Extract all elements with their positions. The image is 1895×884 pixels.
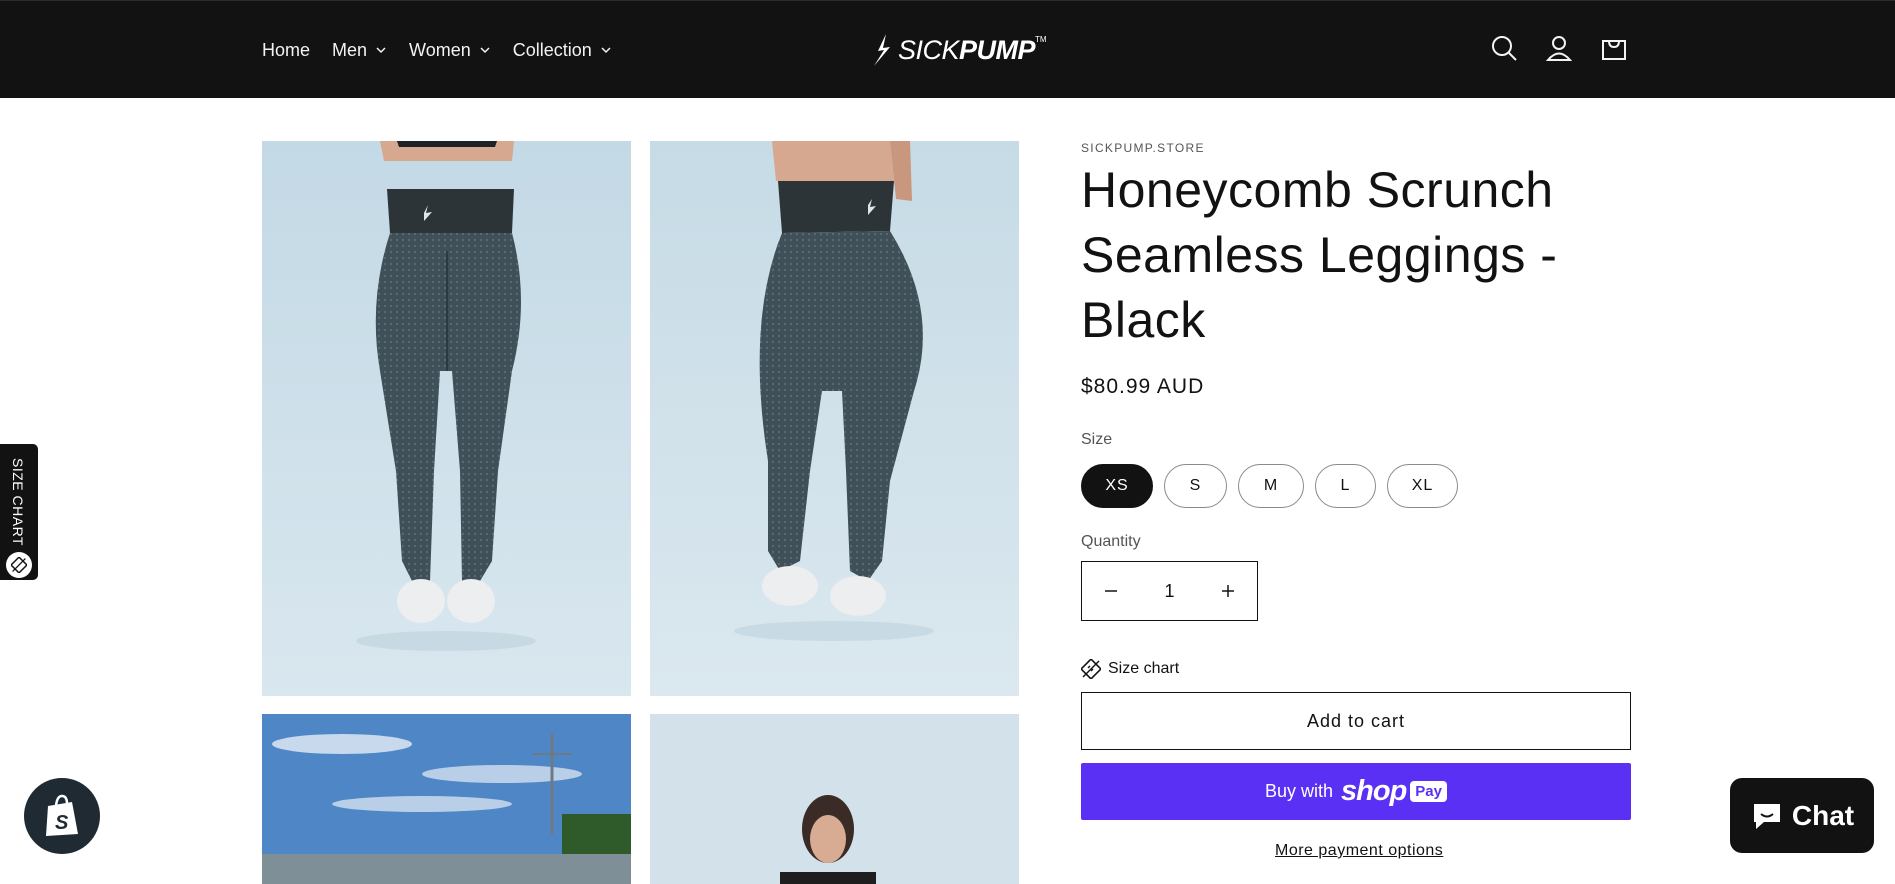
product-vendor: SICKPUMP.STORE	[1081, 141, 1205, 155]
quantity-label: Quantity	[1081, 533, 1141, 550]
nav-women-label: Women	[409, 39, 471, 60]
size-option-xl[interactable]: XL	[1387, 464, 1458, 508]
product-image-side[interactable]	[650, 141, 1019, 696]
search-icon[interactable]	[1489, 33, 1519, 63]
account-icon[interactable]	[1544, 33, 1574, 63]
site-logo[interactable]: SICKPUMP TM	[872, 29, 1047, 71]
quantity-decrease-button[interactable]	[1082, 562, 1140, 620]
size-options: XS S M L XL	[1081, 464, 1469, 508]
ruler-icon	[6, 552, 32, 578]
size-chart-link[interactable]: Size chart	[1081, 659, 1179, 679]
svg-text:S: S	[55, 812, 69, 834]
nav-collection[interactable]: Collection	[513, 40, 612, 61]
ruler-icon	[1081, 659, 1101, 679]
size-option-xs[interactable]: XS	[1081, 464, 1153, 508]
outdoor-photo	[262, 714, 631, 884]
size-label: Size	[1081, 431, 1113, 448]
quantity-stepper	[1081, 561, 1258, 621]
shopify-bag-button[interactable]: S	[24, 778, 100, 854]
shop-pay-buy-label: Buy with	[1264, 781, 1334, 801]
quantity-input[interactable]	[1140, 562, 1199, 620]
more-payment-options-link[interactable]: More payment options	[1275, 842, 1443, 860]
nav-men-label: Men	[332, 39, 368, 60]
chat-label: Chat	[1791, 799, 1855, 831]
cart-icon[interactable]	[1599, 33, 1629, 63]
chevron-down-icon	[376, 47, 386, 54]
leggings-back-photo	[262, 141, 631, 696]
minus-icon	[1105, 590, 1117, 592]
size-option-m[interactable]: M	[1238, 464, 1304, 508]
chat-button[interactable]: Chat	[1730, 778, 1874, 853]
shopping-bag-icon: S	[46, 794, 78, 836]
quantity-increase-button[interactable]	[1199, 562, 1257, 620]
size-option-l[interactable]: L	[1315, 464, 1376, 508]
front-photo	[650, 714, 1019, 884]
chat-bubble-icon	[1753, 803, 1780, 829]
size-chart-tab-label: SIZE CHART	[10, 458, 26, 546]
product-image-front[interactable]	[650, 714, 1019, 884]
logo-bolt-icon	[874, 34, 890, 66]
nav-collection-label: Collection	[512, 39, 592, 60]
plus-icon	[1222, 585, 1234, 597]
size-option-s[interactable]: S	[1164, 464, 1227, 508]
nav-home[interactable]: Home	[262, 40, 310, 61]
product-title: Honeycomb Scrunch Seamless Leggings - Bl…	[1081, 162, 1558, 348]
logo-trademark: TM	[1035, 35, 1047, 44]
main-nav: Home Men Women Collection	[262, 1, 634, 99]
site-header: Home Men Women Collection SICKPUMP TM	[0, 0, 1895, 98]
product-price: $80.99 AUD	[1081, 375, 1205, 398]
logo-wordmark: SICKPUMP	[898, 34, 1036, 65]
leggings-side-photo	[650, 141, 1019, 696]
chevron-down-icon	[480, 47, 490, 54]
shop-pay-button[interactable]: Buy with shop Pay	[1081, 763, 1631, 820]
shop-pay-wordmark: shop	[1341, 775, 1407, 807]
nav-men[interactable]: Men	[332, 40, 387, 61]
size-chart-label: Size chart	[1108, 660, 1180, 677]
add-to-cart-button[interactable]: Add to cart	[1081, 692, 1631, 750]
size-chart-side-tab[interactable]: SIZE CHART	[0, 444, 38, 580]
nav-women[interactable]: Women	[409, 40, 491, 61]
nav-home-label: Home	[262, 39, 311, 60]
chevron-down-icon	[601, 47, 611, 54]
shop-pay-badge: Pay	[1410, 781, 1447, 802]
product-image-outdoor[interactable]	[262, 714, 631, 884]
product-image-back[interactable]	[262, 141, 631, 696]
